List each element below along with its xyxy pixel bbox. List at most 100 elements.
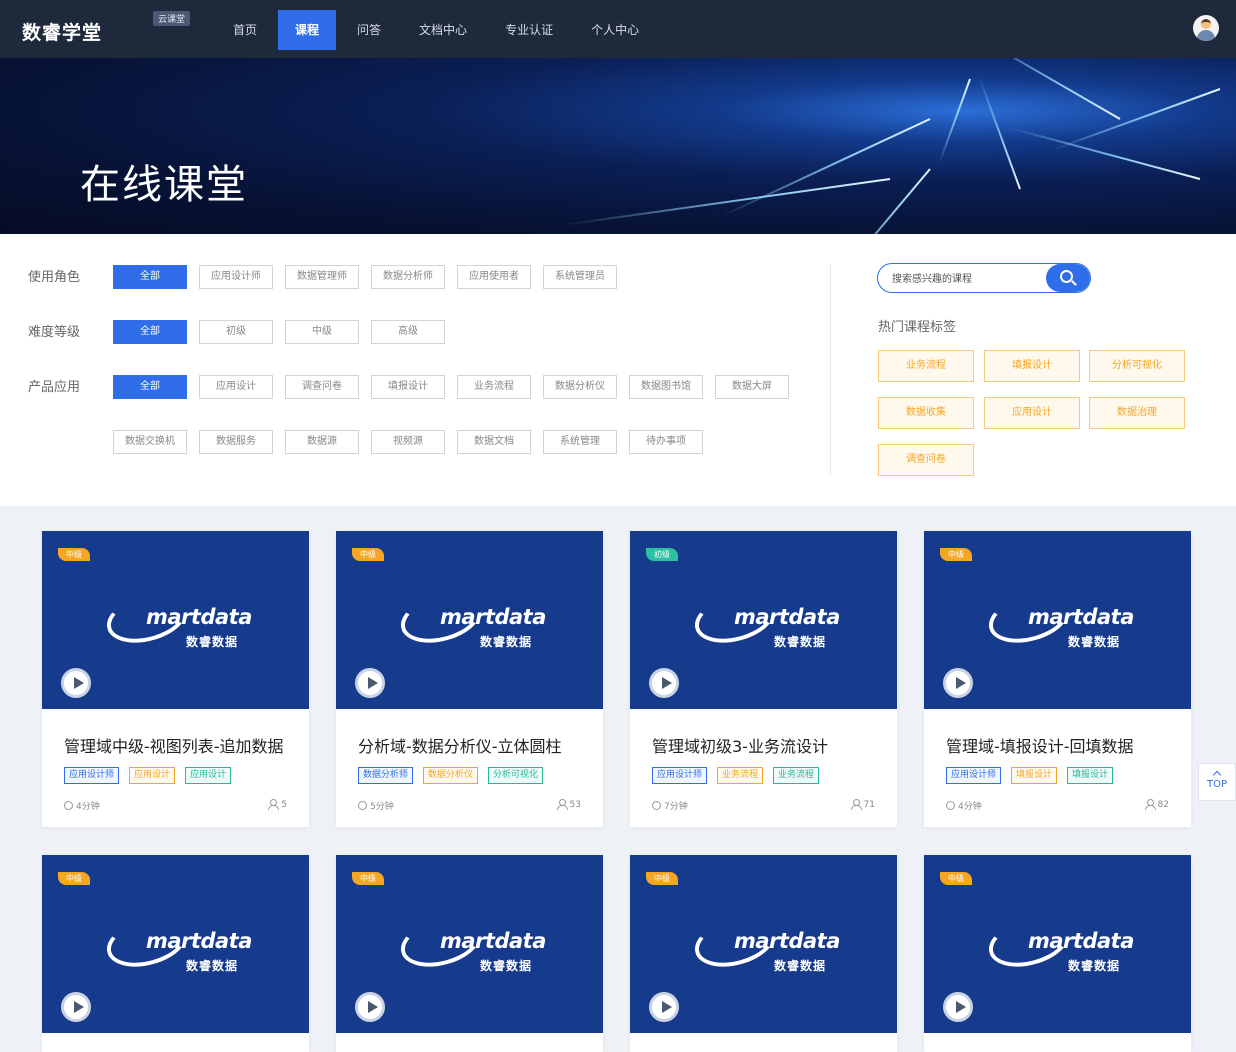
course-cover: 中级 martdata 数睿数据 [630,855,897,1033]
filter-panel: 使用角色 全部 应用设计师 数据管理师 数据分析师 应用使用者 系统管理员 难度… [0,234,1236,506]
hot-tag[interactable]: 数据收集 [878,397,974,429]
avatar[interactable] [1193,15,1219,41]
product-chip-data-exchange[interactable]: 数据交换机 [113,430,187,454]
product-chip-survey[interactable]: 调查问卷 [285,375,359,399]
course-cover: 中级 martdata 数睿数据 [924,531,1191,709]
course-tag: 数据分析仪 [423,767,479,784]
level-badge: 中级 [940,872,972,885]
product-chip-todo[interactable]: 待办事项 [629,430,703,454]
role-chip-app-designer[interactable]: 应用设计师 [199,265,273,289]
product-chip-workflow[interactable]: 业务流程 [457,375,531,399]
brand-badge: 云课堂 [153,11,191,26]
smartdata-logo: martdata 数睿数据 [689,585,840,657]
product-chip-sys-manage[interactable]: 系统管理 [543,430,617,454]
filter-role-label: 使用角色 [28,270,81,285]
course-tag: 应用设计 [185,767,232,784]
level-badge: 中级 [352,872,384,885]
nav-docs[interactable]: 文档中心 [402,10,484,50]
level-chip-intermediate[interactable]: 中级 [285,320,359,344]
nav-courses[interactable]: 课程 [278,10,337,50]
course-cover: 中级 martdata 数睿数据 [336,855,603,1033]
play-icon[interactable] [943,992,973,1022]
main-nav: 首页 课程 问答 文档中心 专业认证 个人中心 [216,10,660,50]
nav-home[interactable]: 首页 [216,10,274,50]
chevron-up-icon [1212,770,1222,780]
product-chip-data-source[interactable]: 数据源 [285,430,359,454]
nav-qa[interactable]: 问答 [340,10,398,50]
hot-tag[interactable]: 分析可视化 [1089,350,1185,382]
course-tag: 数据分析师 [358,767,414,784]
smartdata-logo: martdata 数睿数据 [689,909,840,981]
role-chip-data-analyst[interactable]: 数据分析师 [371,265,445,289]
product-chip-data-library[interactable]: 数据图书馆 [629,375,703,399]
course-card[interactable]: 中级 martdata 数睿数据 [630,855,897,1052]
level-chip-advanced[interactable]: 高级 [371,320,445,344]
course-card[interactable]: 中级 martdata 数睿数据 [336,855,603,1052]
product-chip-data-analyzer[interactable]: 数据分析仪 [543,375,617,399]
role-chip-app-user[interactable]: 应用使用者 [457,265,531,289]
play-icon[interactable] [355,992,385,1022]
search-button[interactable] [1046,264,1090,292]
product-chip-data-screen[interactable]: 数据大屏 [715,375,789,399]
search-box [877,263,1091,293]
play-icon[interactable] [355,668,385,698]
hot-tag[interactable]: 填报设计 [984,350,1080,382]
clock-icon [64,801,73,810]
clock-icon [358,801,367,810]
top-nav-bar: 数睿学堂 云课堂 首页 课程 问答 文档中心 专业认证 个人中心 [0,0,1236,58]
level-badge: 中级 [58,872,90,885]
duration: 5分钟 [358,799,394,812]
user-icon [1144,799,1156,810]
smartdata-logo: martdata 数睿数据 [395,585,546,657]
course-card[interactable]: 中级 martdata 数睿数据 管理域中级-视图列表-追加数据 应用设计师 应用… [42,531,309,827]
duration: 7分钟 [652,799,688,812]
course-title[interactable]: 分析域-数据分析仪-立体圆柱 [358,733,562,757]
learner-count: 5 [268,799,287,810]
duration: 4分钟 [64,799,100,812]
learner-count: 53 [556,799,581,810]
course-card[interactable]: 中级 martdata 数睿数据 [924,855,1191,1052]
clock-icon [652,801,661,810]
course-title[interactable]: 管理域中级-视图列表-追加数据 [64,733,284,757]
product-chip-data-service[interactable]: 数据服务 [199,430,273,454]
play-icon[interactable] [943,668,973,698]
play-icon[interactable] [61,992,91,1022]
hero-banner: 在线课堂 [0,58,1236,234]
product-chip-all[interactable]: 全部 [113,375,187,399]
level-chip-all[interactable]: 全部 [113,320,187,344]
course-title[interactable]: 管理域初级3-业务流设计 [652,733,828,757]
play-icon[interactable] [61,668,91,698]
course-title[interactable]: 管理域-填报设计-回填数据 [946,733,1134,757]
play-icon[interactable] [649,668,679,698]
nav-profile[interactable]: 个人中心 [574,10,656,50]
nav-certification[interactable]: 专业认证 [488,10,570,50]
course-card[interactable]: 初级 martdata 数睿数据 管理域初级3-业务流设计 应用设计师 业务流程 … [630,531,897,827]
search-input[interactable] [892,270,1042,288]
avatar-head [1201,19,1211,29]
course-card[interactable]: 中级 martdata 数睿数据 分析域-数据分析仪-立体圆柱 数据分析师 数据分… [336,531,603,827]
role-chip-all[interactable]: 全部 [113,265,187,289]
course-cover: 中级 martdata 数睿数据 [924,855,1191,1033]
role-chip-data-manager[interactable]: 数据管理师 [285,265,359,289]
hot-tag[interactable]: 数据治理 [1089,397,1185,429]
play-icon[interactable] [649,992,679,1022]
course-card[interactable]: 中级 martdata 数睿数据 管理域-填报设计-回填数据 应用设计师 填报设计… [924,531,1191,827]
product-chip-form-design[interactable]: 填报设计 [371,375,445,399]
brand-logo[interactable]: 数睿学堂 [22,18,102,45]
smartdata-logo: martdata 数睿数据 [101,585,252,657]
hot-tag[interactable]: 业务流程 [878,350,974,382]
level-chip-beginner[interactable]: 初级 [199,320,273,344]
smartdata-logo: martdata 数睿数据 [101,909,252,981]
course-tag: 应用设计师 [64,767,120,784]
course-card[interactable]: 中级 martdata 数睿数据 [42,855,309,1052]
role-chip-sys-admin[interactable]: 系统管理员 [543,265,617,289]
product-chip-app-design[interactable]: 应用设计 [199,375,273,399]
course-tags: 数据分析师 数据分析仪 分析可视化 [358,767,553,784]
hot-tag[interactable]: 应用设计 [984,397,1080,429]
product-chip-data-docs[interactable]: 数据文档 [457,430,531,454]
course-tag: 填报设计 [1067,767,1114,784]
course-cover: 中级 martdata 数睿数据 [336,531,603,709]
hot-tag[interactable]: 调查问卷 [878,444,974,476]
product-chip-video-source[interactable]: 视频源 [371,430,445,454]
back-to-top-button[interactable]: TOP [1198,763,1236,801]
